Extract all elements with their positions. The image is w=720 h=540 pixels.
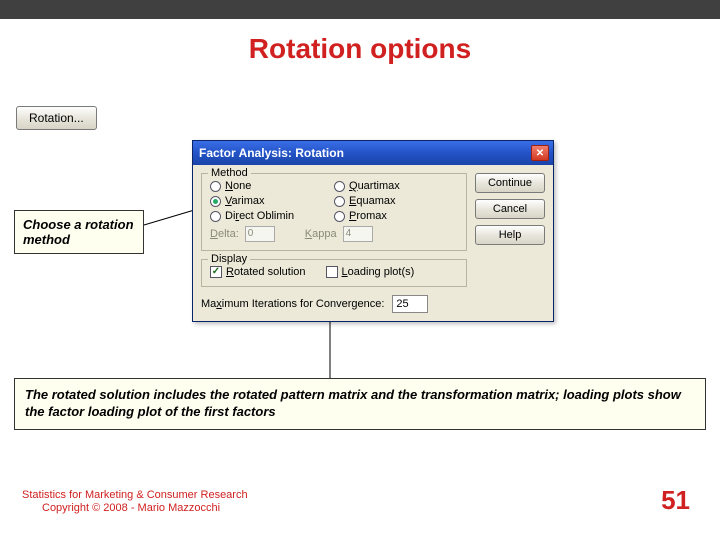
display-group-label: Display	[208, 253, 250, 265]
kappa-input[interactable]: 4	[343, 226, 373, 242]
radio-none[interactable]: None	[210, 180, 334, 192]
checkbox-icon	[326, 266, 338, 278]
radio-direct-oblimin[interactable]: Direct Oblimin	[210, 210, 334, 222]
max-iterations-row: Maximum Iterations for Convergence: 25	[201, 295, 467, 313]
continue-button[interactable]: Continue	[475, 173, 545, 193]
credit-line-2: Copyright © 2008 - Mario Mazzocchi	[22, 502, 661, 516]
method-group-label: Method	[208, 167, 251, 179]
rotation-dialog: Factor Analysis: Rotation ✕ Method None …	[192, 140, 554, 322]
slide-title: Rotation options	[0, 33, 720, 65]
radio-icon	[334, 181, 345, 192]
radio-quartimax[interactable]: Quartimax	[334, 180, 458, 192]
radio-icon	[210, 196, 221, 207]
method-group: Method None Quartimax Varimax Equamax Di…	[201, 173, 467, 251]
page-number: 51	[661, 485, 720, 516]
check-rotated-solution[interactable]: Rotated solution	[210, 266, 306, 278]
kappa-row: Kappa 4	[305, 226, 373, 242]
radio-varimax[interactable]: Varimax	[210, 195, 334, 207]
radio-icon	[334, 211, 345, 222]
rotation-button[interactable]: Rotation...	[16, 106, 97, 130]
check-loading-plots[interactable]: Loading plot(s)	[326, 266, 415, 278]
credit-line-1: Statistics for Marketing & Consumer Rese…	[22, 489, 661, 503]
display-group: Display Rotated solution Loading plot(s)	[201, 259, 467, 287]
radio-equamax[interactable]: Equamax	[334, 195, 458, 207]
radio-promax[interactable]: Promax	[334, 210, 458, 222]
max-iterations-input[interactable]: 25	[392, 295, 428, 313]
dialog-title: Factor Analysis: Rotation	[199, 146, 344, 160]
rotation-button-wrap: Rotation...	[10, 100, 103, 136]
radio-icon	[210, 211, 221, 222]
dialog-titlebar: Factor Analysis: Rotation ✕	[193, 141, 553, 165]
help-button[interactable]: Help	[475, 225, 545, 245]
delta-input[interactable]: 0	[245, 226, 275, 242]
cancel-button[interactable]: Cancel	[475, 199, 545, 219]
radio-icon	[334, 196, 345, 207]
close-icon[interactable]: ✕	[531, 145, 549, 161]
delta-row: Delta: 0	[210, 226, 275, 242]
callout-choose-rotation: Choose a rotation method	[14, 210, 144, 254]
callout-rotated-explain: The rotated solution includes the rotate…	[14, 378, 706, 430]
checkbox-icon	[210, 266, 222, 278]
slide-topbar	[0, 0, 720, 19]
slide-footer: Statistics for Marketing & Consumer Rese…	[0, 485, 720, 516]
radio-icon	[210, 181, 221, 192]
